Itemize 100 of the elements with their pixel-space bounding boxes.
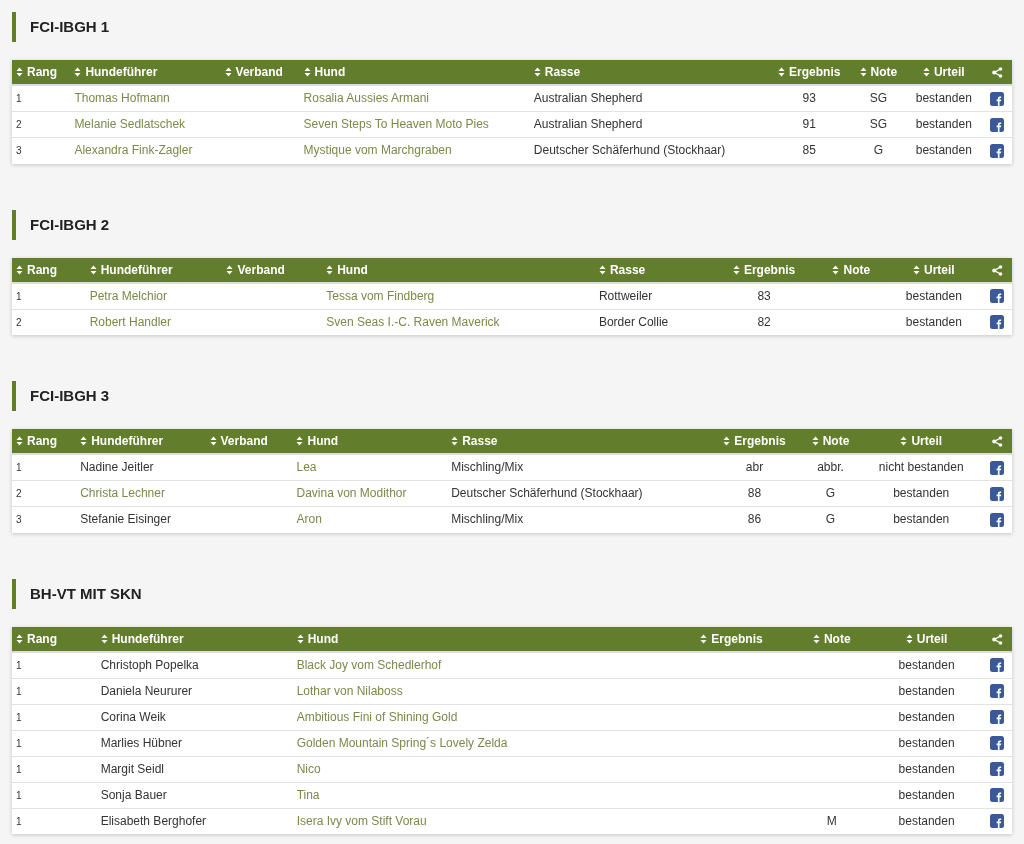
column-header[interactable]: Verband	[209, 433, 268, 449]
column-header[interactable]: Rasse	[598, 261, 646, 278]
dog-link[interactable]: Lea	[296, 460, 317, 474]
breed-cell: Deutscher Schäferhund (Stockhaar)	[533, 143, 726, 158]
handler-link[interactable]: Robert Handler	[89, 314, 172, 329]
handler-name: Stefanie Eisinger	[80, 512, 171, 527]
handler-link[interactable]: Petra Melchior	[89, 288, 168, 303]
dog-link[interactable]: Mystique vom Marchgraben	[303, 143, 452, 158]
result-cell: 86	[747, 512, 762, 527]
dog-link[interactable]: Golden Mountain Spring´s Lovely Zelda	[296, 735, 508, 750]
dog-link[interactable]: Ambitious Fini of Shining Gold	[296, 709, 458, 724]
rank-cell: 1	[16, 763, 22, 775]
column-header[interactable]: Rang	[16, 630, 57, 647]
verdict-cell: bestanden	[915, 91, 972, 105]
f-logo-icon[interactable]	[990, 91, 1004, 106]
breed-cell: Australian Shepherd	[533, 91, 643, 105]
column-header[interactable]: Note	[859, 64, 898, 80]
column-header[interactable]: Note	[811, 433, 850, 449]
column-header[interactable]: Hundeführer	[80, 433, 164, 449]
column-header[interactable]: Hund	[296, 630, 339, 647]
f-logo-icon[interactable]	[990, 460, 1004, 475]
result-cell: 88	[747, 486, 762, 500]
result-cell: 82	[757, 314, 771, 329]
dog-link[interactable]: Lothar von Nilaboss	[296, 683, 403, 698]
f-logo-icon[interactable]	[990, 143, 1004, 158]
rank-cell: 1	[16, 789, 22, 801]
column-header[interactable]: Urteil	[905, 630, 948, 647]
dog-link[interactable]: Sven Seas I.-C. Raven Maverick	[326, 314, 500, 329]
dog-link[interactable]: Aron	[296, 512, 322, 527]
column-header[interactable]: Hund	[303, 64, 346, 80]
column-header[interactable]: Ergebnis	[732, 261, 796, 278]
column-header[interactable]: Urteil	[922, 64, 965, 80]
f-logo-icon[interactable]	[990, 117, 1004, 132]
breed-cell: Border Collie	[598, 314, 669, 329]
f-logo-icon[interactable]	[990, 710, 1004, 724]
dog-link[interactable]: Rosalia Aussies Armani	[303, 91, 429, 105]
f-logo-icon[interactable]	[990, 788, 1004, 802]
f-logo-icon[interactable]	[990, 512, 1004, 527]
column-header[interactable]: Ergebnis	[723, 433, 786, 449]
result-cell: 91	[802, 117, 816, 131]
column-header[interactable]: Rang	[16, 64, 57, 80]
section-title: BH-VT MIT SKN	[12, 578, 1012, 609]
sort-icon	[16, 633, 23, 644]
f-logo-icon[interactable]	[990, 762, 1004, 776]
dog-link[interactable]: Black Joy vom Schedlerhof	[296, 657, 442, 672]
share-icon[interactable]	[991, 436, 1003, 448]
sort-icon	[100, 633, 108, 644]
f-logo-icon[interactable]	[990, 658, 1004, 672]
column-header[interactable]: Note	[812, 630, 851, 647]
dog-link[interactable]: Tina	[296, 787, 320, 802]
f-logo-icon[interactable]	[990, 315, 1004, 330]
column-header[interactable]: Rang	[16, 261, 57, 278]
sort-icon	[16, 67, 23, 77]
verdict-cell: bestanden	[905, 314, 962, 329]
handler-name: Nadine Jeitler	[80, 460, 154, 474]
dog-link[interactable]: Nico	[296, 761, 321, 776]
section-title: FCI-IBGH 2	[12, 209, 1012, 240]
grade-cell: M	[826, 813, 837, 828]
handler-link[interactable]: Melanie Sedlatschek	[74, 117, 186, 131]
column-header[interactable]: Verband	[224, 64, 283, 80]
column-header[interactable]: Ergebnis	[700, 630, 763, 647]
column-header[interactable]: Urteil	[900, 433, 943, 449]
verdict-cell: bestanden	[898, 683, 955, 698]
column-header[interactable]: Ergebnis	[778, 64, 841, 80]
dog-link[interactable]: Seven Steps To Heaven Moto Pies	[303, 117, 489, 131]
section-title: FCI-IBGH 1	[12, 12, 1012, 42]
share-icon[interactable]	[991, 633, 1003, 645]
column-header[interactable]: Rasse	[451, 433, 498, 449]
dog-link[interactable]: Isera Ivy vom Stift Vorau	[296, 813, 427, 828]
sort-icon	[224, 67, 232, 77]
column-header[interactable]: Hund	[326, 261, 368, 278]
column-header[interactable]: Rasse	[533, 64, 581, 80]
f-logo-icon[interactable]	[990, 814, 1004, 829]
result-cell: 83	[757, 288, 771, 303]
column-header[interactable]: Hundeführer	[100, 630, 184, 647]
f-logo-icon[interactable]	[990, 486, 1004, 501]
handler-link[interactable]: Christa Lechner	[80, 486, 165, 500]
f-logo-icon[interactable]	[990, 684, 1004, 698]
column-header[interactable]: Verband	[226, 261, 285, 278]
dog-link[interactable]: Tessa vom Findberg	[326, 288, 435, 303]
handler-link[interactable]: Alexandra Fink-Zagler	[74, 143, 193, 158]
verdict-cell: bestanden	[898, 761, 955, 776]
verdict-cell: bestanden	[898, 787, 955, 802]
f-logo-icon[interactable]	[990, 736, 1004, 750]
share-icon[interactable]	[991, 264, 1003, 276]
column-header[interactable]: Hund	[296, 433, 339, 449]
column-header[interactable]: Hundeführer	[74, 64, 158, 80]
sort-icon	[16, 264, 23, 275]
column-header[interactable]: Rang	[16, 433, 57, 449]
column-header[interactable]: Note	[832, 261, 871, 278]
verdict-cell: bestanden	[893, 512, 950, 527]
verdict-cell: bestanden	[898, 735, 955, 750]
f-logo-icon[interactable]	[990, 289, 1004, 303]
verdict-cell: bestanden	[898, 657, 955, 672]
sort-icon	[812, 633, 820, 644]
dog-link[interactable]: Davina von Modithor	[296, 486, 407, 500]
column-header[interactable]: Urteil	[912, 261, 955, 278]
share-icon[interactable]	[991, 67, 1003, 79]
column-header[interactable]: Hundeführer	[89, 261, 173, 278]
handler-link[interactable]: Thomas Hofmann	[74, 91, 170, 105]
